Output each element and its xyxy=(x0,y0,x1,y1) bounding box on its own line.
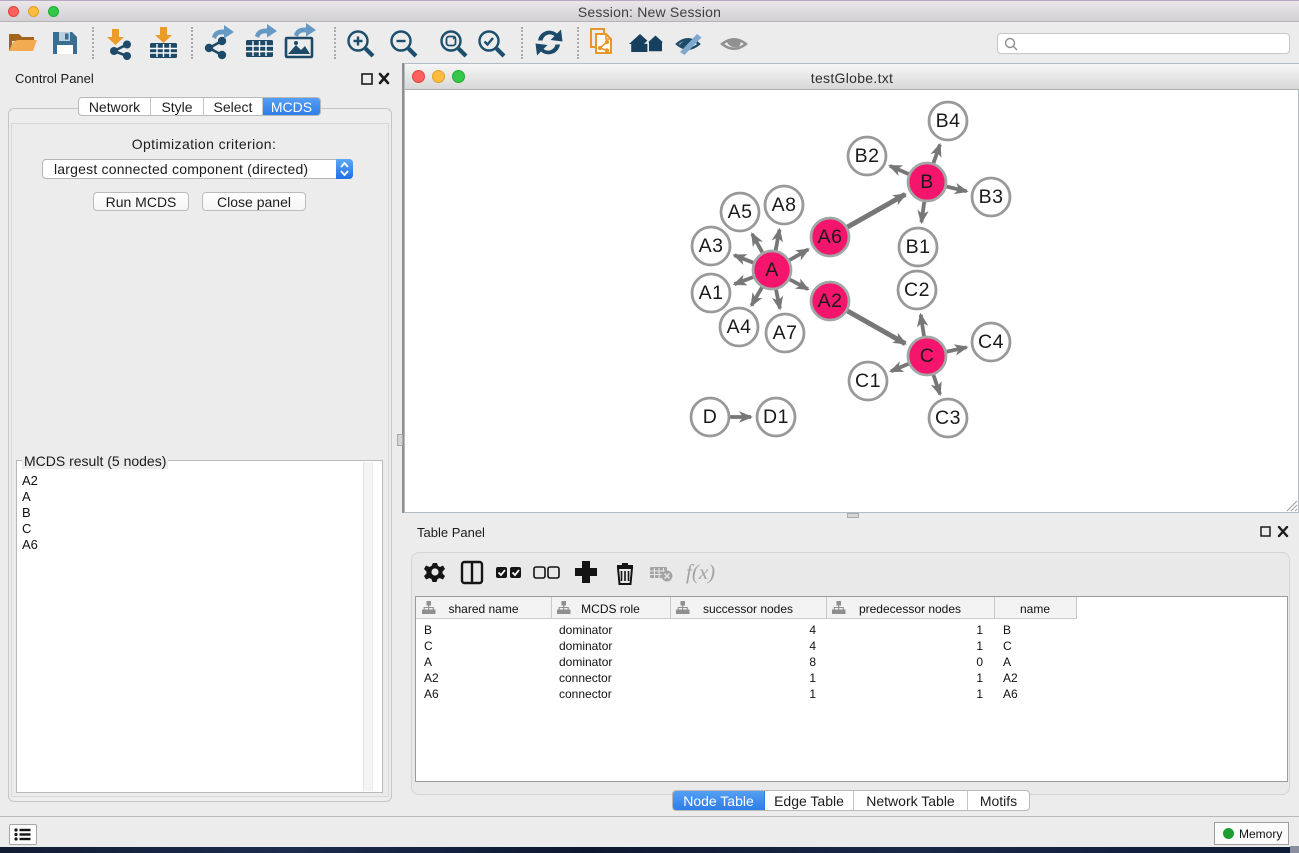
svg-text:C4: C4 xyxy=(978,331,1004,353)
svg-text:A8: A8 xyxy=(772,194,797,216)
svg-text:B1: B1 xyxy=(906,236,931,258)
svg-text:f(x): f(x) xyxy=(686,560,715,584)
svg-text:B3: B3 xyxy=(979,186,1004,208)
svg-text:A7: A7 xyxy=(773,322,798,344)
svg-text:A3: A3 xyxy=(699,235,724,257)
svg-text:B: B xyxy=(920,171,934,193)
svg-text:A4: A4 xyxy=(727,316,752,338)
svg-text:D: D xyxy=(703,406,718,428)
svg-text:A6: A6 xyxy=(818,226,843,248)
svg-text:B2: B2 xyxy=(855,145,880,167)
svg-text:A2: A2 xyxy=(818,290,843,312)
svg-text:A: A xyxy=(765,259,779,281)
svg-text:C2: C2 xyxy=(904,279,930,301)
svg-text:B4: B4 xyxy=(936,110,961,132)
svg-text:C3: C3 xyxy=(935,407,961,429)
svg-text:D1: D1 xyxy=(763,406,789,428)
svg-text:A5: A5 xyxy=(728,201,753,223)
svg-text:C: C xyxy=(920,345,935,367)
svg-text:C1: C1 xyxy=(855,370,881,392)
svg-text:A1: A1 xyxy=(699,282,724,304)
